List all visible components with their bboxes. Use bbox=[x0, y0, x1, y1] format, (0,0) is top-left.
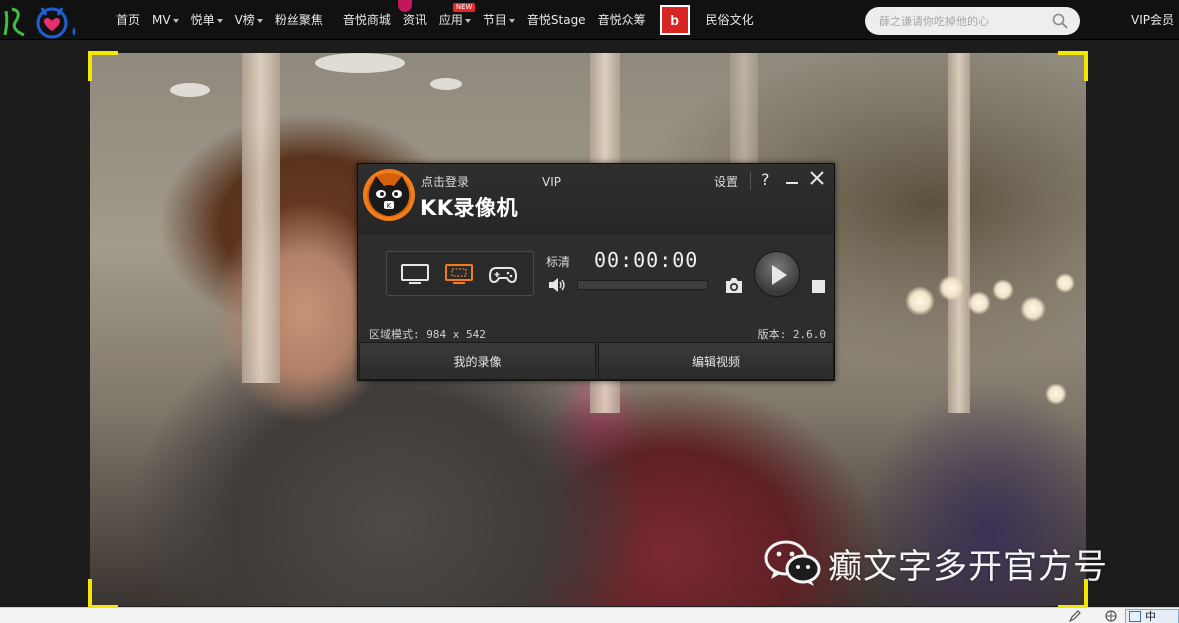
nav-label: 节目 bbox=[482, 13, 507, 27]
login-link[interactable]: 点击登录 bbox=[421, 173, 469, 190]
ceiling-light bbox=[430, 78, 462, 90]
nav-item-crowdfunding[interactable]: 音悦众筹 bbox=[598, 0, 646, 40]
bokeh-light bbox=[967, 291, 991, 315]
bokeh-light bbox=[905, 286, 935, 316]
nav-item-vchart[interactable]: V榜 bbox=[235, 0, 263, 40]
capture-mode-selector bbox=[386, 251, 534, 296]
nav-item-mall[interactable]: 音悦商城 bbox=[343, 0, 391, 40]
bokeh-light bbox=[1055, 273, 1075, 293]
yinyuetai-logo[interactable] bbox=[2, 3, 82, 39]
nav-item-folk-culture[interactable]: 民俗文化 bbox=[706, 0, 754, 40]
nav-label: 粉丝聚焦 bbox=[274, 13, 323, 27]
watermark-text: 癫文字多开官方号 bbox=[828, 546, 1108, 587]
kk-recorder-window: K 点击登录 KK录像机 VIP 设置 ? 标清 00:00:00 区域模式: … bbox=[357, 163, 835, 381]
chevron-down-icon bbox=[464, 18, 471, 23]
nav-item-stage[interactable]: 音悦Stage bbox=[527, 0, 586, 40]
stop-button[interactable] bbox=[812, 280, 825, 293]
bokeh-light bbox=[1020, 296, 1046, 322]
volume-level-bar[interactable] bbox=[577, 280, 708, 290]
brand-logo-button[interactable]: b bbox=[659, 5, 690, 35]
app-title: KK录像机 bbox=[420, 196, 519, 220]
help-button[interactable]: ? bbox=[761, 170, 770, 189]
quality-label[interactable]: 标清 bbox=[546, 253, 570, 270]
monitor-icon[interactable] bbox=[400, 262, 430, 286]
taskbar-strip: 中 bbox=[0, 607, 1179, 623]
pen-icon[interactable] bbox=[1068, 610, 1082, 622]
close-icon[interactable] bbox=[809, 170, 825, 186]
nav-label: 首页 bbox=[116, 13, 141, 27]
edit-video-button[interactable]: 编辑视频 bbox=[598, 342, 834, 380]
nav-label: V榜 bbox=[234, 13, 255, 27]
chevron-down-icon bbox=[256, 18, 263, 23]
gamepad-icon[interactable] bbox=[488, 262, 518, 286]
ime-label: 中 bbox=[1145, 609, 1156, 623]
version-info: 版本: 2.6.0 bbox=[757, 328, 826, 341]
chevron-down-icon bbox=[216, 18, 223, 23]
nav-item-home[interactable]: 首页 bbox=[116, 0, 140, 40]
ceiling-light bbox=[170, 83, 210, 97]
nav-label: 音悦众筹 bbox=[597, 13, 646, 27]
vip-link[interactable]: VIP bbox=[542, 175, 561, 189]
background-pole bbox=[242, 53, 280, 383]
top-navigation: 首页 MV 悦单 V榜 粉丝聚焦 音悦商城 资讯 应用 NEW 节目 音悦Stag… bbox=[0, 0, 1179, 40]
bokeh-light bbox=[992, 279, 1014, 301]
search-input[interactable] bbox=[879, 12, 1049, 30]
network-icon[interactable] bbox=[1104, 610, 1118, 622]
nav-item-fans[interactable]: 粉丝聚焦 bbox=[275, 0, 323, 40]
minimize-icon[interactable] bbox=[786, 182, 798, 184]
nav-label: 悦单 bbox=[190, 13, 215, 27]
recording-timer: 00:00:00 bbox=[594, 248, 699, 272]
nav-label: MV bbox=[152, 13, 171, 27]
speaker-icon[interactable] bbox=[548, 277, 566, 293]
watermark: 癫文字多开官方号 bbox=[762, 538, 1108, 588]
ime-icon bbox=[1129, 611, 1141, 622]
nav-item-mv[interactable]: MV bbox=[152, 0, 179, 40]
nav-menu: 首页 MV 悦单 V榜 粉丝聚焦 音悦商城 资讯 应用 NEW 节目 音悦Stag… bbox=[110, 0, 760, 40]
divider bbox=[750, 172, 751, 190]
chevron-down-icon bbox=[508, 18, 515, 23]
background-pole bbox=[948, 53, 970, 413]
nav-label: 资讯 bbox=[402, 13, 427, 27]
region-mode-info: 区域模式: 984 x 542 bbox=[369, 328, 486, 341]
svg-text:K: K bbox=[387, 202, 392, 210]
nav-item-apps[interactable]: 应用 NEW bbox=[438, 0, 476, 40]
play-record-button[interactable] bbox=[754, 251, 800, 297]
bokeh-light bbox=[1045, 383, 1067, 405]
nav-item-playlist[interactable]: 悦单 bbox=[191, 0, 223, 40]
kk-header: K 点击登录 KK录像机 VIP 设置 ? bbox=[358, 164, 834, 234]
capture-corner-bottom-left[interactable] bbox=[88, 579, 118, 609]
brand-logo-letter: b bbox=[670, 12, 679, 28]
my-recordings-button[interactable]: 我的录像 bbox=[359, 342, 596, 380]
nav-label: 音悦商城 bbox=[342, 13, 391, 27]
nav-item-shows[interactable]: 节目 bbox=[483, 0, 515, 40]
nav-label: 民俗文化 bbox=[705, 13, 754, 27]
nav-label: 音悦Stage bbox=[526, 13, 586, 27]
capture-corner-top-right[interactable] bbox=[1058, 51, 1088, 81]
ceiling-light bbox=[315, 53, 405, 73]
capture-corner-top-left[interactable] bbox=[88, 51, 118, 81]
nav-item-news[interactable]: 资讯 bbox=[403, 0, 427, 40]
chevron-down-icon bbox=[172, 18, 179, 23]
vip-member-link[interactable]: VIP会员 bbox=[1131, 0, 1174, 40]
bokeh-light bbox=[938, 275, 964, 301]
raccoon-logo-icon: K bbox=[363, 169, 415, 221]
search-icon[interactable] bbox=[1052, 13, 1068, 29]
wechat-icon bbox=[764, 540, 821, 586]
new-badge: NEW bbox=[452, 3, 476, 12]
settings-button[interactable]: 设置 bbox=[714, 173, 738, 190]
input-method-indicator[interactable]: 中 bbox=[1125, 609, 1179, 623]
search-box bbox=[865, 7, 1080, 35]
region-monitor-icon[interactable] bbox=[444, 262, 474, 286]
camera-icon[interactable] bbox=[724, 277, 744, 294]
nav-label: 应用 bbox=[438, 13, 463, 27]
